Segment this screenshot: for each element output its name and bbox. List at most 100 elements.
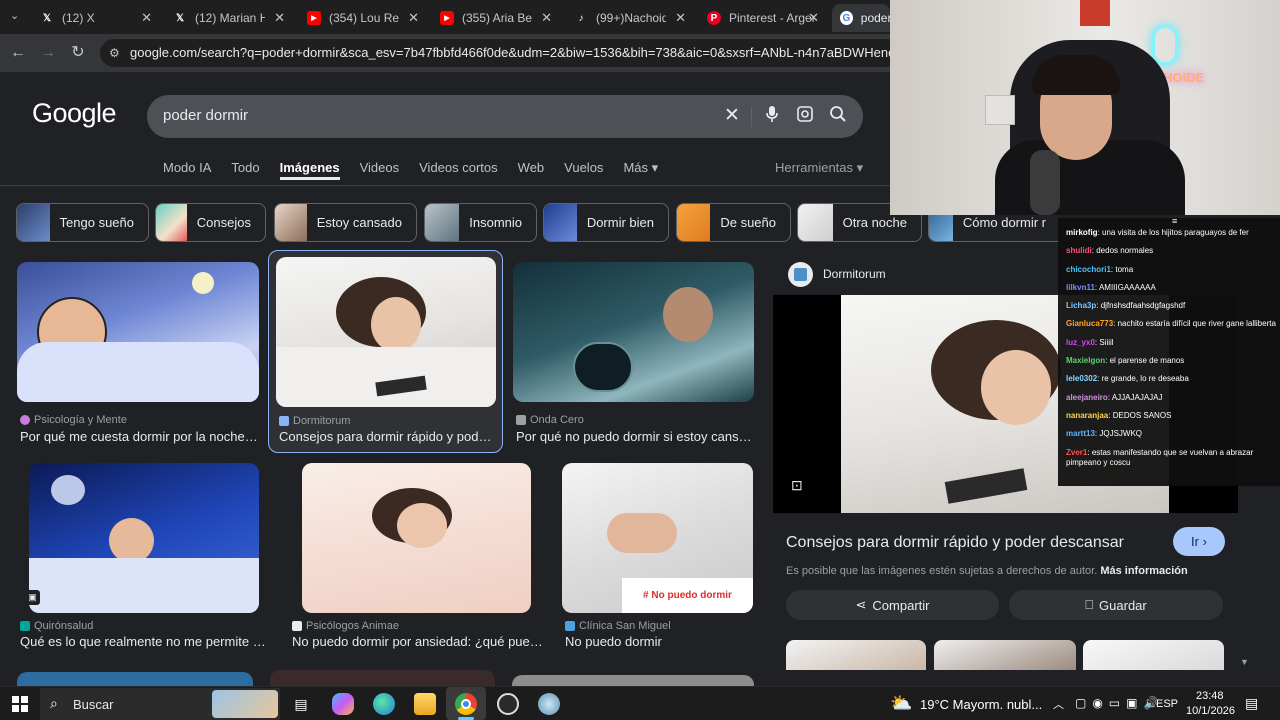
tab-mas[interactable]: Más ▾ — [623, 160, 658, 180]
search-icon[interactable] — [827, 105, 849, 127]
forward-arrow-icon[interactable]: → — [37, 42, 59, 64]
language-indicator[interactable]: ESP — [1156, 698, 1178, 710]
close-icon[interactable]: ✕ — [808, 10, 819, 26]
image-result[interactable]: Psicólogos Animae No puedo dormir por an… — [289, 463, 544, 653]
url-field[interactable]: ⚙ google.com/search?q=poder+dormir&sca_e… — [100, 39, 890, 67]
site-info-icon[interactable]: ⚙ — [109, 39, 120, 67]
weather-text[interactable]: 19°C Mayorm. nubl... — [920, 697, 1042, 712]
close-icon[interactable]: ✕ — [541, 10, 552, 26]
obs-icon[interactable] — [497, 693, 519, 715]
tab-vuelos[interactable]: Vuelos — [564, 160, 603, 180]
source-favicon — [279, 416, 289, 426]
clock-time[interactable]: 23:48 — [1196, 690, 1224, 702]
microphone-icon[interactable] — [761, 105, 783, 127]
tab-web[interactable]: Web — [518, 160, 545, 180]
image-result[interactable]: Psicología y Mente Por qué me cuesta dor… — [17, 262, 260, 447]
close-icon[interactable]: ✕ — [408, 10, 419, 26]
image-result[interactable]: # No puedo dormir Clínica San Miguel No … — [562, 463, 754, 653]
result-title[interactable]: No puedo dormir — [565, 634, 753, 649]
tab-imagenes[interactable]: Imágenes — [279, 160, 340, 180]
close-icon[interactable]: ✕ — [675, 10, 686, 26]
related-image[interactable] — [934, 640, 1076, 670]
search-box[interactable]: poder dormir ✕ — [147, 95, 863, 138]
result-thumbnail[interactable] — [17, 262, 259, 402]
image-result[interactable]: Onda Cero Por qué no puedo dormir si est… — [513, 262, 754, 447]
source-logo[interactable] — [788, 262, 813, 287]
notifications-icon[interactable]: ▤ — [1245, 695, 1258, 712]
chip-insomnio[interactable]: Insomnio — [424, 203, 537, 242]
woman-face-illustration — [109, 518, 154, 563]
browser-tab[interactable]: 𝕏 (12) X ✕ — [32, 4, 162, 32]
result-thumbnail[interactable] — [302, 463, 531, 613]
chip-estoy-cansado[interactable]: Estoy cansado — [274, 203, 417, 242]
result-title[interactable]: Consejos para dormir rápido y poder ... — [279, 429, 494, 444]
weather-icon[interactable]: ⛅ — [890, 693, 912, 714]
chip-label: Cómo dormir r — [962, 215, 1046, 230]
edge-icon[interactable] — [373, 693, 395, 715]
result-title[interactable]: Por qué no puedo dormir si estoy cansad.… — [516, 429, 752, 444]
browser-tab[interactable]: ♪ (99+)Nachoide ( ✕ — [566, 4, 696, 32]
image-result-partial[interactable] — [512, 675, 754, 686]
browser-tab-active[interactable]: G poder d — [832, 4, 890, 32]
reload-icon[interactable]: ↻ — [67, 42, 89, 64]
show-hidden-icons[interactable]: ︿ — [1053, 696, 1064, 712]
chip-de-sueno[interactable]: De sueño — [676, 203, 791, 242]
result-thumbnail[interactable] — [513, 262, 754, 402]
more-info-link[interactable]: Más información — [1100, 565, 1187, 577]
app-icon[interactable] — [538, 693, 560, 715]
lens-camera-icon[interactable] — [794, 105, 816, 127]
result-thumbnail[interactable] — [276, 257, 496, 407]
divider — [751, 107, 752, 127]
source-favicon — [20, 415, 30, 425]
tab-videos[interactable]: Videos — [360, 160, 400, 180]
result-thumbnail[interactable] — [29, 463, 259, 613]
chat-drag-handle-icon[interactable]: ≡ — [1172, 216, 1177, 226]
chrome-icon[interactable] — [455, 693, 477, 715]
browser-tab-bar: ⌄ 𝕏 (12) X ✕ 𝕏 (12) Marian Hern ✕ ▶ (354… — [0, 0, 890, 34]
clock-date[interactable]: 10/1/2026 — [1186, 705, 1235, 717]
related-image[interactable] — [1083, 640, 1224, 670]
result-thumbnail[interactable]: # No puedo dormir — [562, 463, 753, 613]
tab-modo-ia[interactable]: Modo IA — [163, 160, 211, 180]
related-image[interactable] — [786, 640, 926, 670]
back-arrow-icon[interactable]: ← — [7, 42, 29, 64]
browser-tab[interactable]: P Pinterest - Argen ✕ — [699, 4, 829, 32]
windows-start-icon[interactable] — [12, 696, 28, 712]
save-button[interactable]: ⎕ Guardar — [1009, 590, 1223, 620]
image-result-partial[interactable] — [270, 670, 495, 686]
tab-list-dropdown-icon[interactable]: ⌄ — [10, 9, 19, 22]
task-view-icon[interactable]: ▤ — [290, 693, 312, 715]
result-title[interactable]: Qué es lo que realmente no me permite do… — [20, 634, 266, 649]
tab-videos-cortos[interactable]: Videos cortos — [419, 160, 498, 180]
preview-title[interactable]: Consejos para dormir rápido y poder desc… — [786, 534, 1124, 552]
lens-search-icon[interactable]: ⊡ — [791, 477, 809, 495]
tab-label: (12) Marian Hern — [195, 11, 265, 25]
file-explorer-icon[interactable] — [414, 693, 436, 715]
tab-label: (12) X — [62, 11, 95, 25]
browser-tab[interactable]: ▶ (354) Lou Reed | ✕ — [299, 4, 429, 32]
scroll-down-icon[interactable]: ▼ — [1240, 657, 1249, 667]
chip-dormir-bien[interactable]: Dormir bien — [543, 203, 669, 242]
go-button[interactable]: Ir › — [1173, 527, 1225, 556]
image-result-partial[interactable] — [17, 672, 253, 686]
clear-icon[interactable]: ✕ — [721, 105, 743, 127]
google-logo[interactable]: Google — [32, 98, 117, 129]
image-result[interactable]: ▣ Quirónsalud Qué es lo que realmente no… — [17, 463, 267, 653]
tab-todo[interactable]: Todo — [231, 160, 259, 180]
copilot-icon[interactable] — [332, 693, 354, 715]
image-result-selected[interactable]: Dormitorum Consejos para dormir rápido y… — [276, 257, 496, 447]
taskbar-search-box[interactable]: ⌕ Buscar — [40, 688, 280, 720]
chip-consejos[interactable]: Consejos — [155, 203, 266, 242]
share-button[interactable]: ⋖ Compartir — [786, 590, 999, 620]
browser-tab[interactable]: ▶ (355) Aria Bela - ✕ — [432, 4, 562, 32]
close-icon[interactable]: ✕ — [274, 10, 285, 26]
result-title[interactable]: Por qué me cuesta dormir por la noche: c… — [20, 429, 260, 444]
close-icon[interactable]: ✕ — [141, 10, 152, 26]
tools-button[interactable]: Herramientas ▾ — [775, 160, 863, 176]
chip-tengo-sueno[interactable]: Tengo sueño — [16, 203, 149, 242]
search-input[interactable]: poder dormir — [163, 107, 248, 124]
browser-tab[interactable]: 𝕏 (12) Marian Hern ✕ — [165, 4, 295, 32]
result-title[interactable]: No puedo dormir por ansiedad: ¿qué puedo… — [292, 634, 544, 649]
preview-source[interactable]: Dormitorum — [823, 267, 886, 281]
tray-icons[interactable]: ▢◉▭▣🔊 — [1075, 696, 1164, 710]
